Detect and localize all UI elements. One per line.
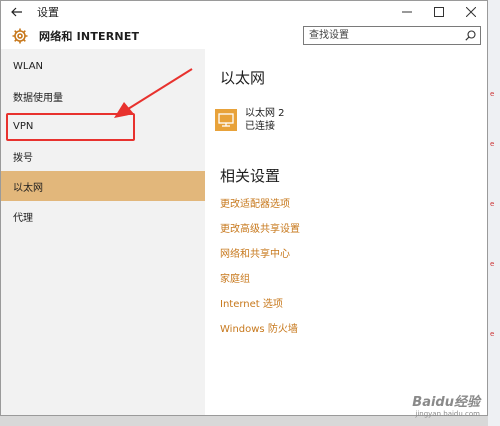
- annotation-arrow-icon: [114, 68, 193, 118]
- watermark-brand: Baidu经验: [412, 395, 480, 410]
- watermark-logo: Baidu经验 jingyan.baidu.com: [412, 391, 480, 418]
- watermark-url: jingyan.baidu.com: [415, 410, 480, 418]
